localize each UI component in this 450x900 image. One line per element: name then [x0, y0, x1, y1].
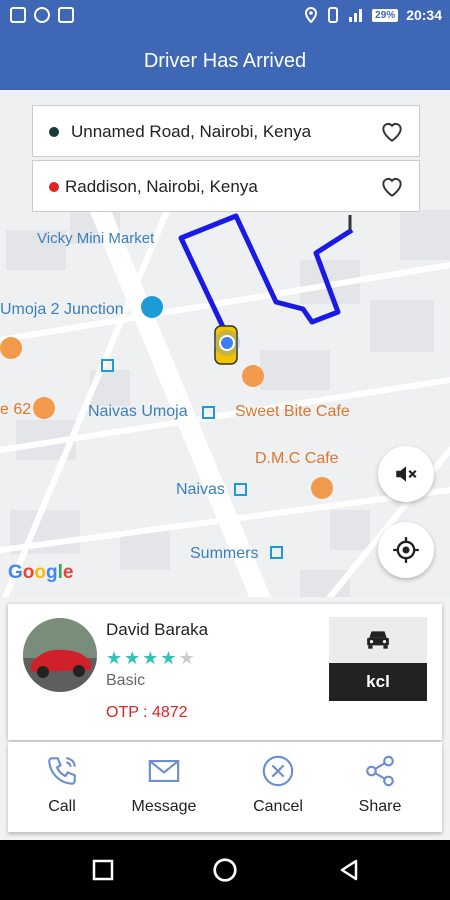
driver-rating: ★ ★ ★ ★ ★ [106, 648, 195, 669]
vehicle-plate: kcl [329, 663, 427, 701]
otp-code: OTP : 4872 [106, 704, 188, 721]
whatsapp-notification-icon [34, 7, 50, 23]
map-label-vicky: Vicky Mini Market [37, 230, 155, 247]
image-notification-icon [58, 7, 74, 23]
signal-icon [349, 9, 363, 22]
battery-indicator: 29% [372, 8, 399, 22]
location-status-icon [305, 7, 318, 23]
vehicle-icon-box [329, 617, 427, 663]
page-title: Driver Has Arrived [143, 50, 307, 72]
map-label-naivas: Naivas [176, 481, 225, 498]
my-location-button[interactable] [378, 522, 434, 578]
map-view[interactable]: Vicky Mini Market Umoja 2 Junction e 62 … [0, 90, 450, 597]
favorite-pickup-heart-icon[interactable] [379, 118, 405, 144]
share-label: Share [358, 798, 402, 815]
star-icon: ★ [124, 648, 141, 668]
message-button[interactable]: Message [110, 742, 218, 832]
message-notification-icon [10, 7, 26, 23]
share-icon [366, 755, 394, 787]
app-bar: Driver Has Arrived [0, 34, 450, 90]
map-label-e62: e 62 [0, 401, 32, 418]
cancel-icon [262, 755, 294, 787]
phone-icon [48, 757, 76, 785]
vehicle-info: kcl [329, 617, 427, 701]
pickup-dot-icon [49, 127, 59, 137]
status-bar: 29% 20:34 [0, 0, 450, 34]
call-button[interactable]: Call [8, 742, 116, 832]
cancel-label: Cancel [253, 798, 303, 815]
home-icon[interactable] [212, 857, 238, 883]
recents-icon[interactable] [91, 858, 115, 882]
map-label-summers: Summers [190, 545, 259, 562]
dropoff-address: Raddison, Nairobi, Kenya [65, 177, 258, 196]
crosshair-icon [393, 537, 419, 563]
map-label-naivas-umoja: Naivas Umoja [88, 403, 188, 420]
ride-type: Basic [106, 672, 146, 689]
dropoff-address-card[interactable]: Raddison, Nairobi, Kenya [32, 160, 420, 212]
driver-card: David Baraka ★ ★ ★ ★ ★ Basic OTP : 4872 … [8, 604, 442, 740]
map-label-dmc: D.M.C Cafe [255, 450, 339, 467]
mail-icon [148, 760, 180, 782]
star-icon: ★ [106, 648, 123, 668]
map-label-umoja2: Umoja 2 Junction [0, 301, 124, 318]
google-logo: Google [8, 562, 74, 583]
action-bar: Call Message Cancel Share [8, 742, 442, 832]
favorite-dropoff-heart-icon[interactable] [379, 173, 405, 199]
call-label: Call [48, 798, 76, 815]
car-icon [367, 631, 389, 649]
vibrate-icon [328, 7, 339, 23]
star-icon: ★ [142, 648, 159, 668]
clock: 20:34 [406, 7, 442, 23]
share-button[interactable]: Share [326, 742, 434, 832]
message-label: Message [131, 798, 197, 815]
mute-button[interactable] [378, 446, 434, 502]
pickup-address: Unnamed Road, Nairobi, Kenya [71, 122, 312, 141]
driver-avatar [23, 618, 97, 692]
system-navigation-bar [0, 840, 450, 900]
map-label-sweet-bite: Sweet Bite Cafe [235, 403, 350, 420]
star-empty-icon: ★ [178, 648, 195, 668]
star-icon: ★ [160, 648, 177, 668]
mute-icon [396, 466, 417, 482]
driver-name: David Baraka [106, 620, 209, 639]
cancel-button[interactable]: Cancel [224, 742, 332, 832]
pickup-address-card[interactable]: Unnamed Road, Nairobi, Kenya [32, 105, 420, 157]
back-icon[interactable] [337, 858, 361, 882]
dropoff-dot-icon [49, 182, 59, 192]
